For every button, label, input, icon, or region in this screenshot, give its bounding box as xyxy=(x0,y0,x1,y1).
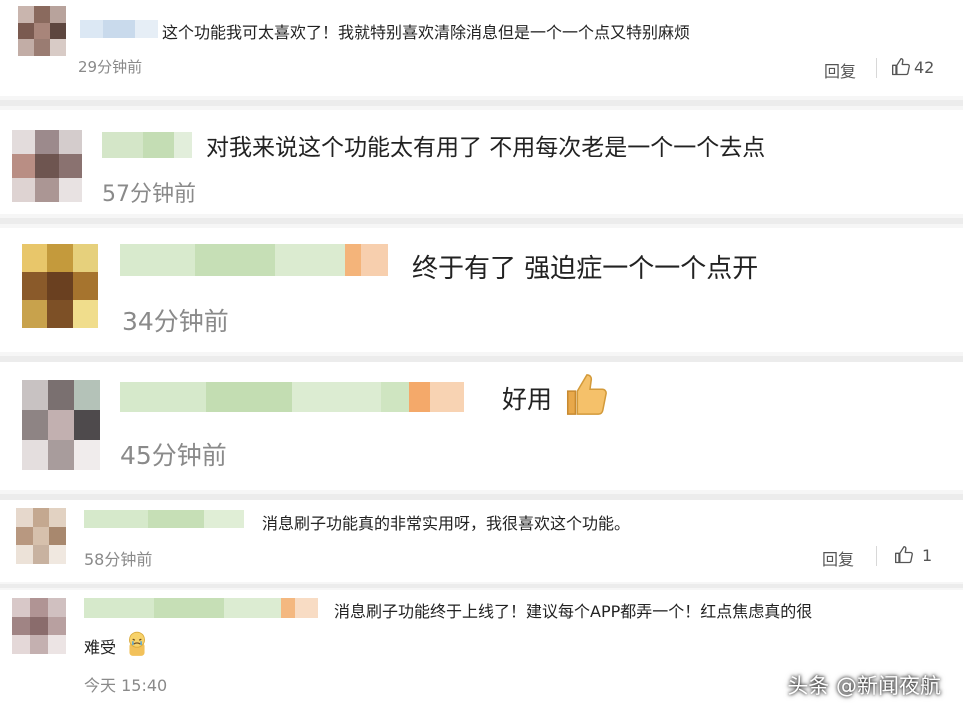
separator xyxy=(0,218,963,224)
comment-card: 消息刷子功能终于上线了！建议每个APP都弄一个！红点焦虑真的很 难受 今天 15… xyxy=(0,590,963,714)
comment-text: 好用 xyxy=(502,385,553,414)
reply-button[interactable]: 回复 xyxy=(822,546,854,570)
like-count: 1 xyxy=(922,545,933,565)
comment-text-line1: 消息刷子功能终于上线了！建议每个APP都弄一个！红点焦虑真的很 xyxy=(334,602,813,621)
username-blurred[interactable] xyxy=(120,244,388,276)
comment-card: 对我来说这个功能太有用了 不用每次老是一个一个去点 57分钟前 xyxy=(0,110,963,214)
reply-button[interactable]: 回复 xyxy=(824,58,856,82)
comment-time: 29分钟前 xyxy=(78,58,143,76)
comment-card: 好用 45分钟前 xyxy=(0,362,963,490)
username-blurred[interactable] xyxy=(80,20,158,38)
avatar[interactable] xyxy=(12,130,82,202)
avatar[interactable] xyxy=(22,380,100,470)
separator xyxy=(0,584,963,588)
like-count: 42 xyxy=(914,57,935,77)
comment-time: 58分钟前 xyxy=(84,550,153,569)
comment-time: 34分钟前 xyxy=(122,307,229,336)
comment-text: 终于有了 强迫症一个一个点开 xyxy=(412,254,759,284)
comment-text-line2: 难受 xyxy=(84,638,117,657)
separator xyxy=(0,100,963,106)
like-button[interactable]: 1 xyxy=(894,545,932,565)
avatar[interactable] xyxy=(16,508,66,564)
comment-time: 45分钟前 xyxy=(120,441,227,470)
comment-text: 对我来说这个功能太有用了 不用每次老是一个一个去点 xyxy=(206,135,766,161)
username-blurred[interactable] xyxy=(120,382,464,412)
thumbs-up-icon xyxy=(892,58,910,76)
username-blurred[interactable] xyxy=(84,598,318,618)
username-blurred[interactable] xyxy=(84,510,244,528)
watermark: 头条 @新闻夜航 xyxy=(787,674,941,698)
crying-face-emoji-icon xyxy=(129,631,145,656)
comment-text: 这个功能我可太喜欢了！我就特别喜欢清除消息但是一个一个点又特别麻烦 xyxy=(162,23,691,42)
comment-time: 57分钟前 xyxy=(102,182,196,207)
comment-text: 消息刷子功能真的非常实用呀，我很喜欢这个功能。 xyxy=(262,514,631,533)
comment-time: 今天 15:40 xyxy=(84,676,168,695)
divider xyxy=(876,546,877,566)
comment-card: 终于有了 强迫症一个一个点开 34分钟前 xyxy=(0,228,963,352)
thumbs-up-emoji-icon xyxy=(566,374,607,415)
like-button[interactable]: 42 xyxy=(891,57,934,77)
avatar[interactable] xyxy=(22,244,98,328)
avatar[interactable] xyxy=(12,598,66,654)
avatar[interactable] xyxy=(18,6,66,56)
divider xyxy=(876,58,877,78)
comment-card: 消息刷子功能真的非常实用呀，我很喜欢这个功能。 58分钟前 回复 1 xyxy=(0,500,963,582)
thumbs-up-icon xyxy=(895,546,913,564)
comment-card: 这个功能我可太喜欢了！我就特别喜欢清除消息但是一个一个点又特别麻烦 29分钟前 … xyxy=(0,0,963,96)
username-blurred[interactable] xyxy=(102,132,192,158)
